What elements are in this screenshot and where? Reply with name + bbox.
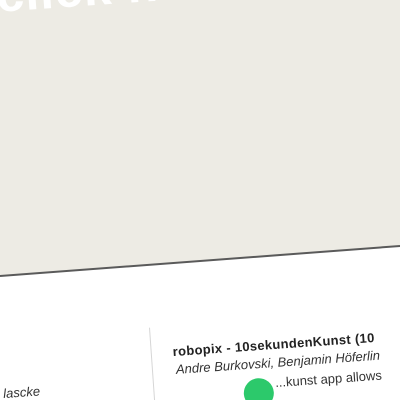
app-logo-icon xyxy=(242,377,275,400)
left-entry-author: lascke xyxy=(2,383,41,400)
click-here-banner[interactable] xyxy=(0,0,400,276)
column-divider xyxy=(148,327,157,400)
entry-description: ...kunst app allows xyxy=(274,367,383,391)
screenshot-scene: click here lascke robopix - 10sekundenKu… xyxy=(0,0,400,400)
entry-list: lascke robopix - 10sekundenKunst (10 And… xyxy=(0,261,400,400)
